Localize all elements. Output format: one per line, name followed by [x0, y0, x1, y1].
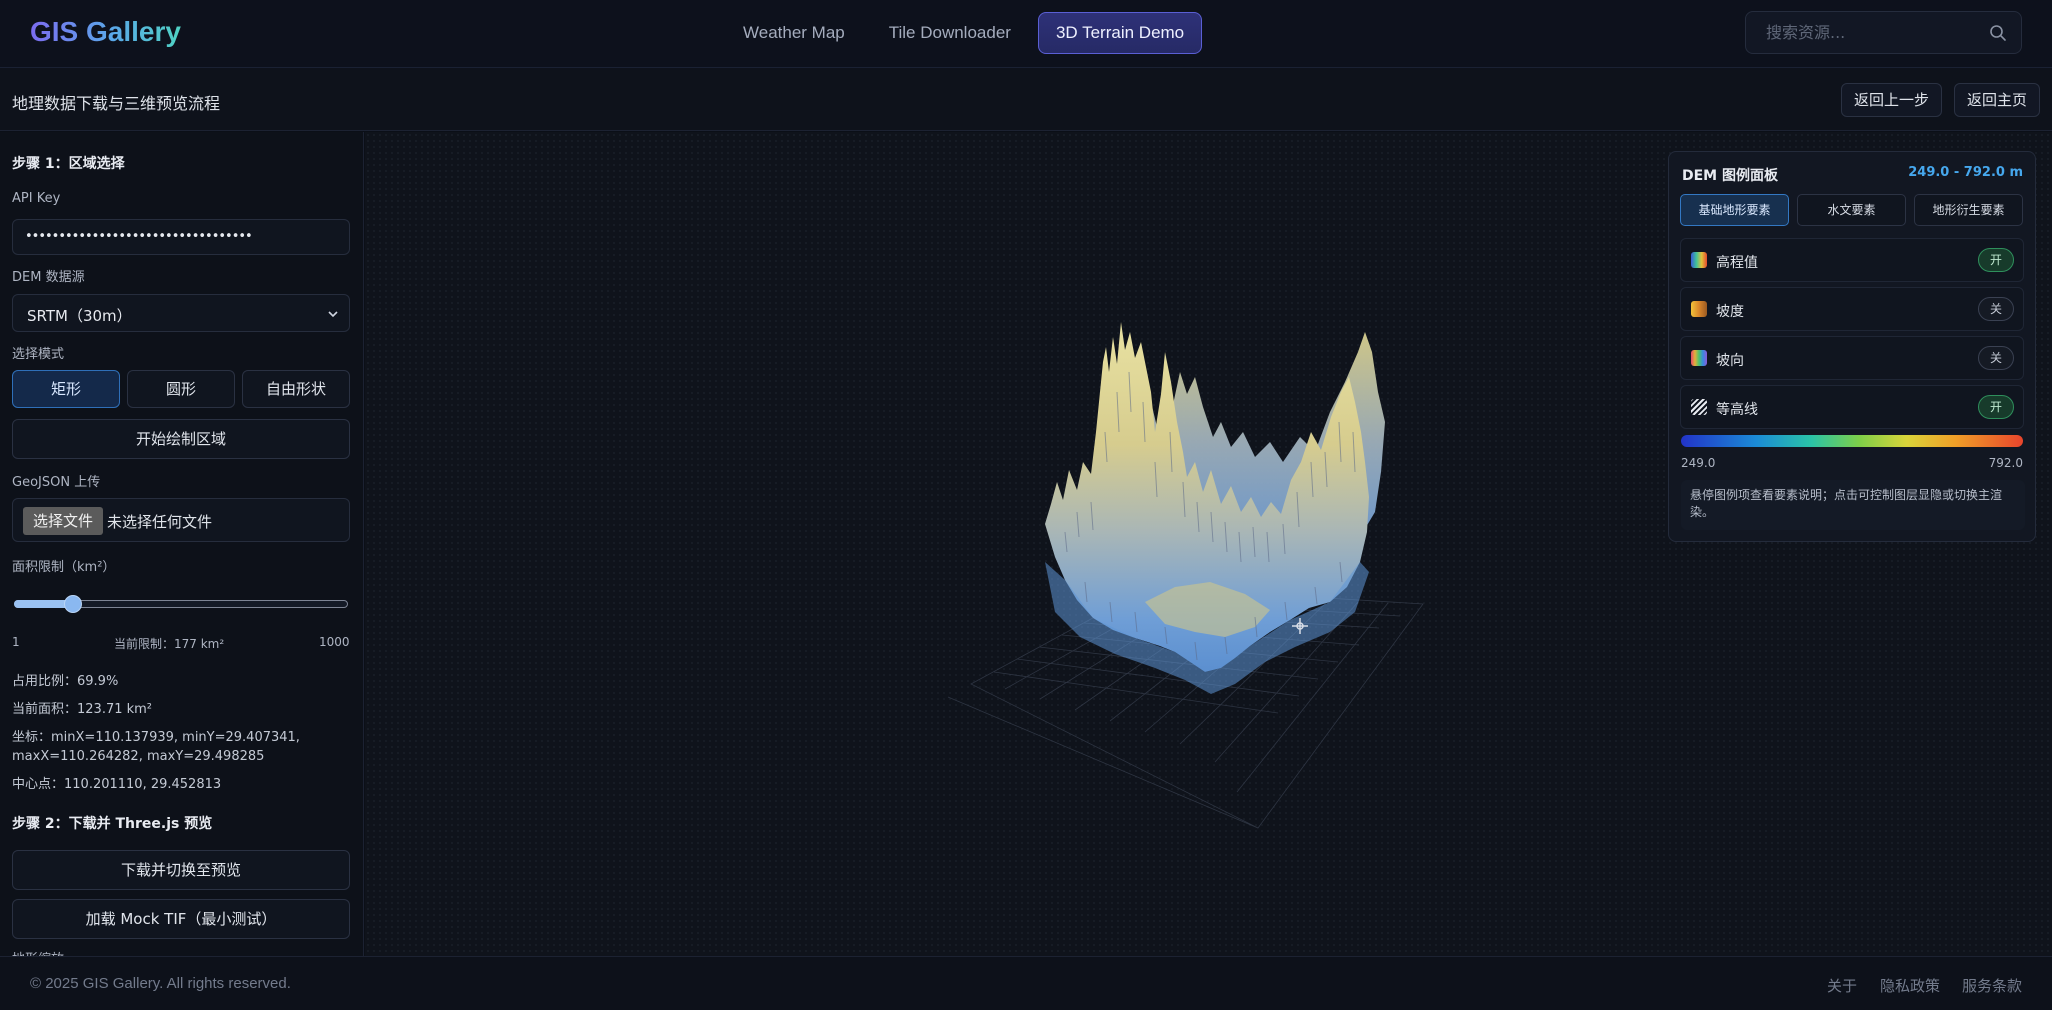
dem-legend-panel: DEM 图例面板 249.0 - 792.0 m 基础地形要素 水文要素 地形衍… [1668, 151, 2036, 542]
rainbow-swatch-icon [1691, 252, 1707, 268]
download-preview-button[interactable]: 下载并切换至预览 [12, 850, 350, 890]
top-nav-bar: GIS Gallery Weather Map Tile Downloader … [0, 0, 2052, 68]
search-input[interactable] [1766, 12, 1976, 53]
copyright-text: © 2025 GIS Gallery. All rights reserved. [30, 975, 291, 992]
dem-tab-terrain-derived[interactable]: 地形衍生要素 [1914, 194, 2023, 226]
layer-toggle[interactable]: 开 [1978, 395, 2014, 419]
mode-label: 选择模式 [12, 347, 65, 362]
mode-rectangle-button[interactable]: 矩形 [12, 370, 120, 408]
slider-min-label: 1 [12, 635, 20, 649]
layer-toggle[interactable]: 开 [1978, 248, 2014, 272]
area-limit-label: 面积限制（km²） [12, 560, 116, 575]
usage-ratio: 占用比例：69.9% [12, 674, 119, 689]
mode-freeform-button[interactable]: 自由形状 [242, 370, 350, 408]
footer: © 2025 GIS Gallery. All rights reserved.… [0, 956, 2052, 1010]
page-header: 地理数据下载与三维预览流程 返回上一步 返回主页 [0, 68, 2052, 131]
draw-area-button[interactable]: 开始绘制区域 [12, 419, 350, 459]
slider-thumb[interactable] [64, 595, 82, 613]
footer-link-about[interactable]: 关于 [1827, 975, 1857, 996]
dem-layer-contour[interactable]: 等高线 开 [1680, 385, 2024, 429]
dem-tab-basic-terrain[interactable]: 基础地形要素 [1680, 194, 1789, 226]
choose-file-button[interactable]: 选择文件 [23, 507, 104, 535]
geojson-label: GeoJSON 上传 [12, 475, 101, 490]
elevation-color-bar [1681, 435, 2023, 447]
chevron-down-icon [328, 311, 338, 318]
search-box [1745, 11, 2022, 54]
load-mock-tif-button[interactable]: 加载 Mock TIF（最小测试） [12, 899, 350, 939]
current-area: 当前面积：123.71 km² [12, 702, 153, 717]
api-key-input[interactable]: •••••••••••••••••••••••••••••••••• [12, 219, 350, 255]
page-title: 地理数据下载与三维预览流程 [12, 94, 221, 113]
footer-link-terms[interactable]: 服务条款 [1962, 975, 2022, 996]
slider-current-label: 当前限制：177 km² [114, 637, 225, 651]
multicolor-swatch-icon [1691, 350, 1707, 366]
step1-title: 步骤 1：区域选择 [12, 156, 125, 172]
slider-max-label: 1000 [319, 635, 350, 649]
terrain-scale-label: 地形缩放 [12, 948, 64, 956]
dem-source-value: SRTM（30m） [27, 307, 132, 325]
area-limit-slider[interactable] [14, 595, 348, 613]
coords-line-2: maxX=110.264282, maxY=29.498285 [12, 749, 265, 764]
nav-tab-3d-terrain-demo[interactable]: 3D Terrain Demo [1037, 12, 1203, 54]
app-logo[interactable]: GIS Gallery [30, 16, 181, 48]
footer-link-privacy[interactable]: 隐私政策 [1880, 975, 1940, 996]
hatched-swatch-icon [1691, 399, 1707, 415]
color-bar-min: 249.0 [1681, 456, 1716, 470]
back-step-button[interactable]: 返回上一步 [1841, 83, 1943, 117]
orange-swatch-icon [1691, 301, 1707, 317]
file-status: 未选择任何文件 [107, 513, 213, 531]
center-point: 中心点：110.201110, 29.452813 [12, 777, 222, 792]
geojson-file-input[interactable]: 选择文件 未选择任何文件 [12, 498, 350, 542]
dem-help-note: 悬停图例项查看要素说明；点击可控制图层显隐或切换主渲染。 [1681, 480, 2025, 530]
left-control-panel[interactable]: 步骤 1：区域选择 API Key ••••••••••••••••••••••… [0, 132, 364, 956]
coords-line-1: 坐标：minX=110.137939, minY=29.407341, [12, 730, 300, 745]
dem-layer-elevation[interactable]: 高程值 开 [1680, 238, 2024, 282]
nav-tab-tile-downloader[interactable]: Tile Downloader [872, 12, 1028, 54]
dem-layer-name: 坡度 [1716, 304, 1744, 320]
dem-layer-name: 坡向 [1716, 353, 1744, 369]
back-home-button[interactable]: 返回主页 [1954, 83, 2041, 117]
search-icon[interactable] [1989, 24, 2007, 42]
mode-circle-button[interactable]: 圆形 [127, 370, 235, 408]
api-key-label: API Key [12, 191, 61, 206]
color-bar-max: 792.0 [1988, 456, 2023, 470]
layer-toggle[interactable]: 关 [1978, 297, 2014, 321]
dem-source-select[interactable]: SRTM（30m） [12, 294, 350, 332]
dem-layer-slope[interactable]: 坡度 关 [1680, 287, 2024, 331]
dem-source-label: DEM 数据源 [12, 270, 85, 285]
dem-layer-aspect[interactable]: 坡向 关 [1680, 336, 2024, 380]
dem-tab-hydrology[interactable]: 水文要素 [1797, 194, 1906, 226]
step2-title: 步骤 2：下载并 Three.js 预览 [12, 816, 213, 832]
dem-layer-name: 等高线 [1716, 402, 1758, 418]
layer-toggle[interactable]: 关 [1978, 346, 2014, 370]
nav-tabs: Weather Map Tile Downloader 3D Terrain D… [726, 12, 1203, 54]
dem-elevation-range: 249.0 - 792.0 m [1908, 165, 2023, 180]
nav-tab-weather-map[interactable]: Weather Map [726, 12, 862, 54]
dem-layer-name: 高程值 [1716, 255, 1758, 271]
dem-panel-title: DEM 图例面板 [1682, 168, 1778, 184]
